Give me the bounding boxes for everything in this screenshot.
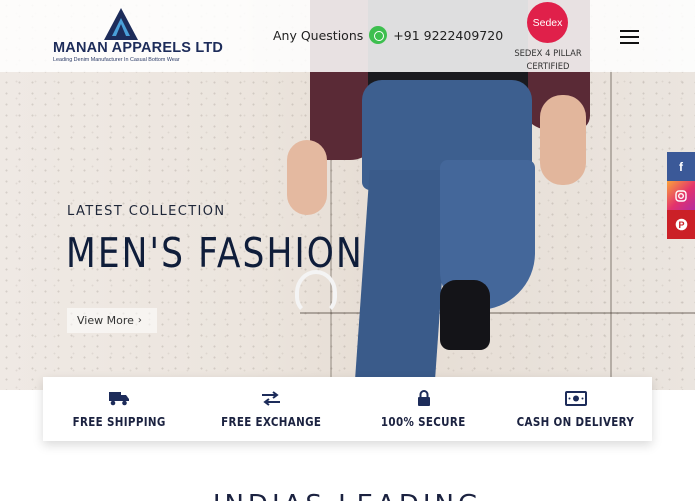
feature-label: FREE EXCHANGE (221, 415, 322, 429)
hero-model-shoe (440, 280, 490, 350)
sedex-logo: Sedex (527, 2, 568, 43)
hero-model-hand (540, 95, 586, 185)
facebook-icon[interactable]: f (667, 152, 695, 181)
feature-secure: 100% SECURE (348, 377, 500, 441)
hero-model-hand (287, 140, 327, 215)
whatsapp-icon[interactable] (369, 26, 388, 44)
hero-model-leg (354, 170, 450, 390)
feature-free-shipping: FREE SHIPPING (43, 377, 195, 441)
pinterest-icon[interactable]: P (667, 210, 695, 239)
feature-label: CASH ON DELIVERY (517, 415, 635, 429)
truck-icon (109, 389, 130, 407)
cash-icon (564, 389, 587, 407)
section-heading: INDIAS LEADING (0, 490, 695, 501)
hamburger-menu-icon[interactable] (620, 30, 639, 44)
site-header: MANAN APPARELS LTD Leading Denim Manufac… (0, 0, 695, 72)
pinterest-glyph: P (675, 218, 687, 231)
view-more-label: View More (77, 314, 134, 327)
hero-title: MEN'S FASHION (66, 229, 364, 277)
contact-prefix: Any Questions (273, 27, 364, 43)
brand-tagline: Leading Denim Manufacturer In Casual Bot… (53, 57, 180, 63)
features-bar: FREE SHIPPING FREE EXCHANGE 100% SECURE (43, 377, 652, 441)
svg-text:P: P (678, 220, 684, 230)
feature-label: 100% SECURE (381, 415, 466, 429)
contact-info: Any Questions +91 9222409720 (273, 26, 503, 44)
feature-free-exchange: FREE EXCHANGE (195, 377, 347, 441)
view-more-button[interactable]: View More › (67, 308, 157, 333)
lock-icon (417, 389, 431, 407)
instagram-glyph (675, 189, 687, 202)
feature-label: FREE SHIPPING (72, 415, 166, 429)
exchange-arrows-icon (261, 389, 281, 407)
feature-cash-on-delivery: CASH ON DELIVERY (500, 377, 652, 441)
sedex-caption: SEDEX 4 PILLAR CERTIFIED (514, 48, 582, 71)
hero-tile-line (610, 70, 612, 390)
hero-eyebrow: LATEST COLLECTION (67, 204, 226, 219)
instagram-icon[interactable] (667, 181, 695, 210)
sedex-logo-text: Sedex (532, 16, 563, 29)
brand-name[interactable]: MANAN APPARELS LTD (53, 40, 223, 56)
arrow-right-icon: › (137, 315, 142, 326)
phone-number[interactable]: +91 9222409720 (393, 28, 503, 43)
logo-icon[interactable] (104, 8, 138, 40)
